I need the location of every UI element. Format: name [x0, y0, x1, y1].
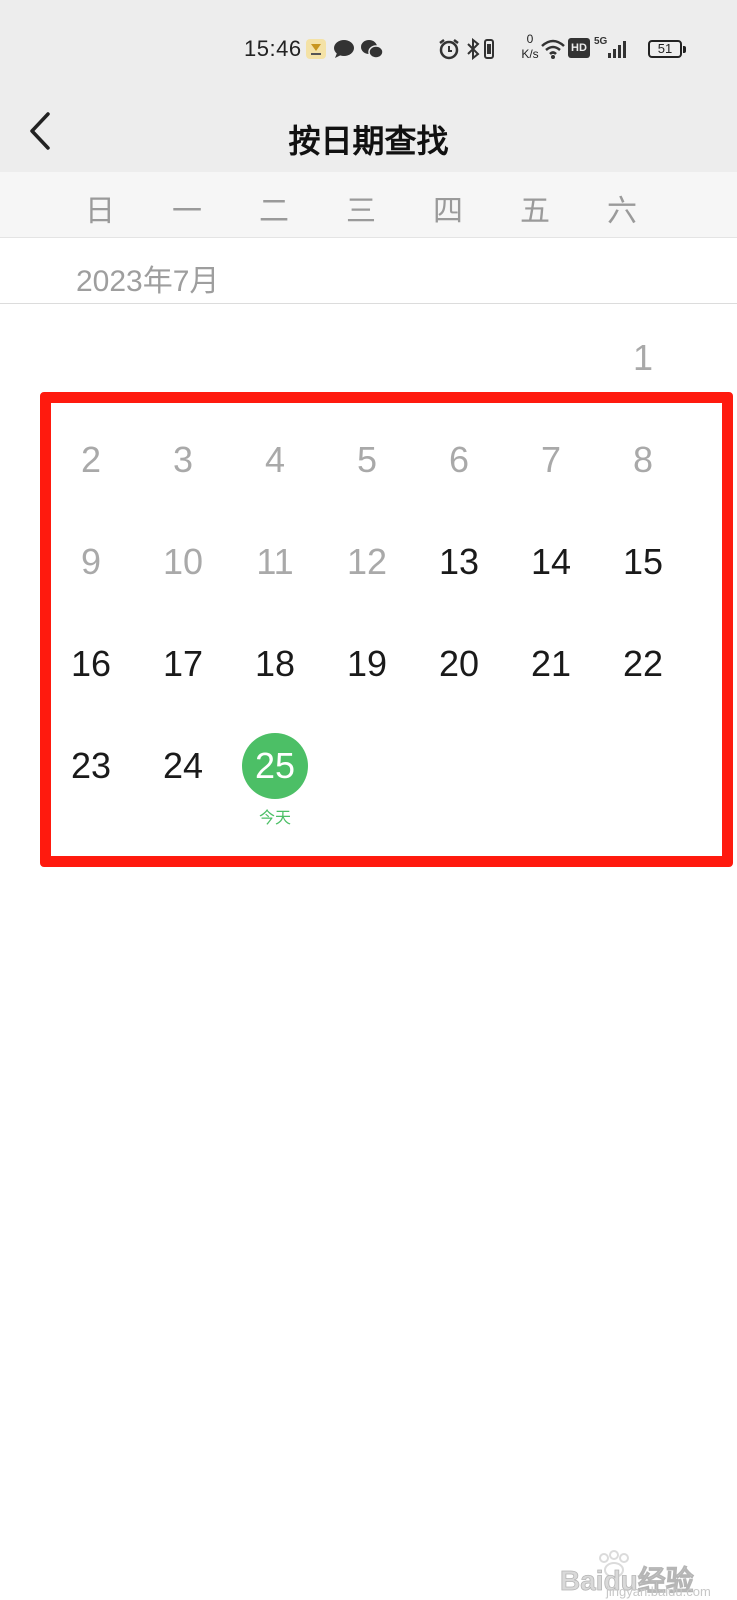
weekday-sat: 六 [607, 195, 637, 228]
status-bar: 15:46 0 K/s HD 5G 51 [0, 0, 737, 96]
alarm-icon [439, 39, 459, 60]
weekday-thu: 四 [433, 195, 463, 228]
hd-icon: HD [568, 38, 590, 58]
weekday-header: 日 一 二 三 四 五 六 [0, 172, 737, 238]
calendar-day[interactable]: 1 [603, 328, 683, 388]
wifi-icon [541, 39, 565, 59]
weekday-wed: 三 [346, 195, 376, 228]
weekday-sun: 日 [85, 195, 115, 228]
month-label: 2023年7月 [76, 265, 220, 298]
signal-icon [608, 41, 626, 58]
app-notification-icon [306, 39, 326, 59]
chat-bubble-icon [334, 40, 354, 58]
battery-icon: 51 [648, 40, 686, 58]
weekday-fri: 五 [520, 195, 550, 228]
page-title: 按日期查找 [288, 123, 449, 159]
nav-bar: 按日期查找 [0, 96, 737, 172]
highlight-annotation-box [40, 392, 733, 867]
weekday-mon: 一 [172, 195, 202, 228]
watermark-url: jingyan.baidu.com [606, 1584, 711, 1599]
wechat-icon [361, 40, 384, 59]
month-divider [0, 303, 737, 304]
bluetooth-icon [467, 38, 480, 60]
weekday-tue: 二 [259, 195, 289, 228]
vibrate-icon [484, 39, 494, 59]
status-time: 15:46 [244, 36, 302, 61]
